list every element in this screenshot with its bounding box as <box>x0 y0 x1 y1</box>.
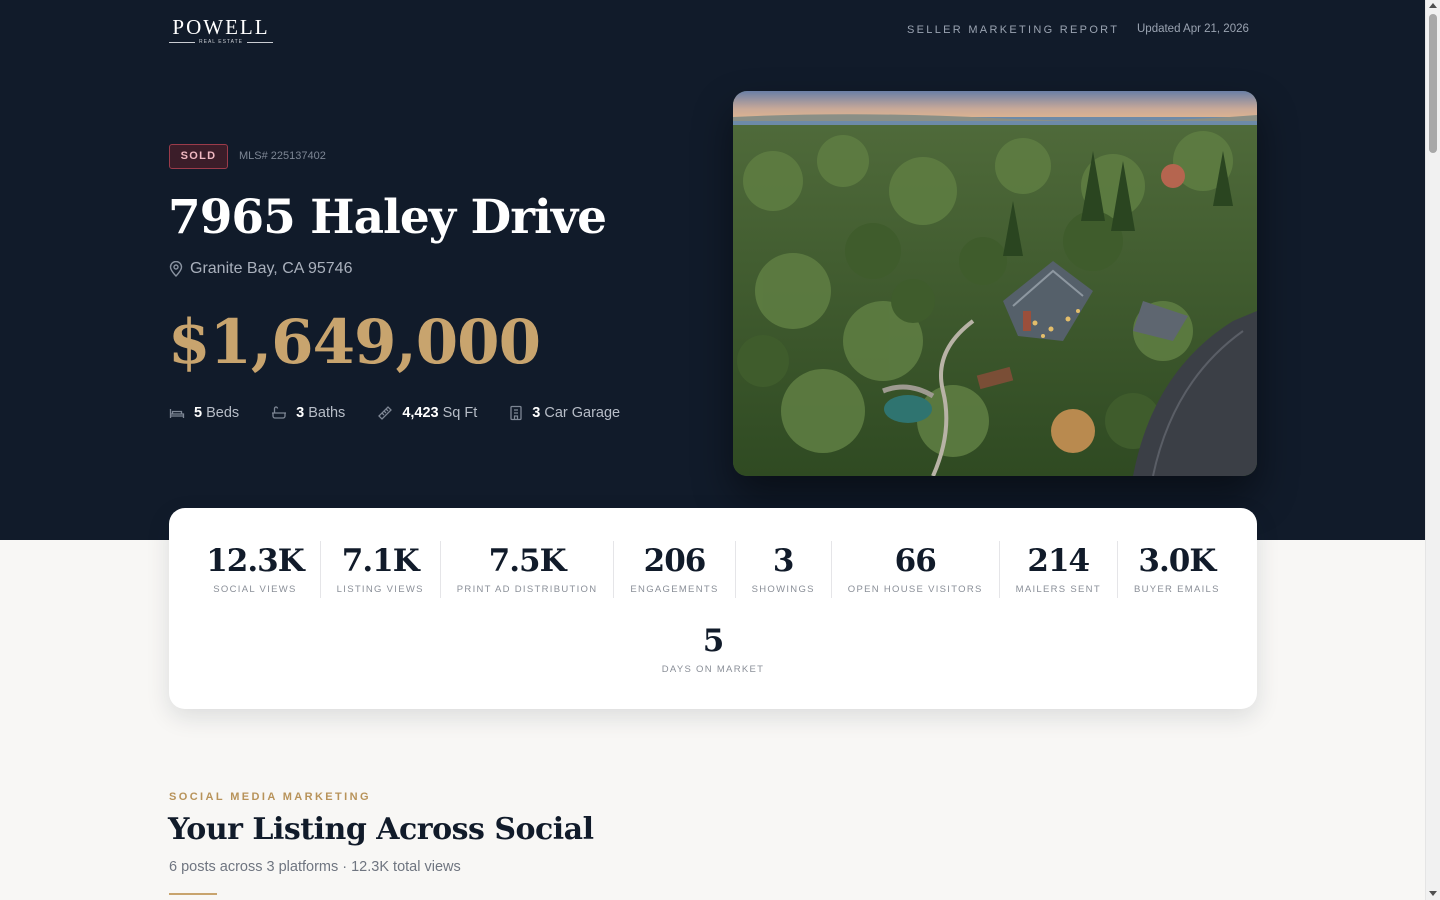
status-badge: SOLD <box>169 144 228 169</box>
sqft-value: 4,423 <box>402 405 439 421</box>
updated-date: Updated Apr 21, 2026 <box>1137 23 1249 35</box>
stat-label: Showings <box>751 584 815 595</box>
ruler-icon <box>378 406 393 420</box>
scroll-thumb[interactable] <box>1429 14 1437 153</box>
property-address: 7965 Haley Drive <box>168 190 607 245</box>
bath-icon <box>272 406 287 419</box>
beds-value: 5 <box>194 405 203 421</box>
logo-tagline: REAL ESTATE <box>169 39 273 45</box>
stat-label: Print Ad Distribution <box>456 584 598 595</box>
powell-logo[interactable]: POWELL REAL ESTATE <box>169 16 273 46</box>
stat-days-on-market: 5 Days on Market <box>169 621 1257 675</box>
section-eyebrow: SOCIAL MEDIA MARKETING <box>169 791 371 803</box>
bed-icon <box>169 409 185 418</box>
stat-value: 3.0K <box>1138 543 1216 579</box>
stat-label: Engagements <box>630 584 719 595</box>
stat-value: 7.5K <box>488 543 567 579</box>
stat-value: 66 <box>894 543 937 579</box>
stat-label: Open House Visitors <box>847 584 983 595</box>
beds-label: Beds <box>206 405 240 421</box>
stat-value: 206 <box>643 543 707 579</box>
stat-label: Days on Market <box>661 664 765 675</box>
stat-mailers-sent: 214 Mailers Sent <box>1000 541 1118 598</box>
city-text: Granite Bay, CA 95746 <box>190 260 353 277</box>
section-subtitle: 6 posts across 3 platforms · 12.3K total… <box>169 859 461 875</box>
garage-value: 3 <box>532 405 541 421</box>
stat-label: Mailers Sent <box>1015 584 1101 595</box>
stat-open-house-visitors: 66 Open House Visitors <box>832 541 1000 598</box>
sale-price: $1,649,000 <box>168 307 541 378</box>
stat-label: Social Views <box>213 584 297 595</box>
baths-value: 3 <box>296 405 305 421</box>
feature-beds: 5 Beds <box>169 405 239 421</box>
stat-value: 12.3K <box>206 543 304 579</box>
stats-card: 12.3K Social Views 7.1K Listing Views 7.… <box>169 508 1257 709</box>
map-pin-icon <box>169 261 183 277</box>
stat-buyer-emails: 3.0K Buyer Emails <box>1118 541 1236 598</box>
stat-listing-views: 7.1K Listing Views <box>321 541 441 598</box>
stat-value: 3 <box>772 543 795 579</box>
property-features: 5 Beds 3 Baths 4,423 Sq Ft 3 Car Garage <box>169 405 652 421</box>
aerial-photo-image <box>733 91 1257 476</box>
logo-wordmark: POWELL <box>172 15 270 39</box>
feature-sqft: 4,423 Sq Ft <box>377 405 477 421</box>
stat-showings: 3 Showings <box>736 541 832 598</box>
stat-value: 7.1K <box>341 543 420 579</box>
stat-label: Listing Views <box>336 584 424 595</box>
page-scrollbar[interactable] <box>1425 0 1440 900</box>
baths-label: Baths <box>308 405 346 421</box>
stat-label: Buyer Emails <box>1133 584 1220 595</box>
garage-icon <box>510 405 522 421</box>
stat-value: 5 <box>702 623 725 659</box>
property-photo[interactable] <box>733 91 1257 476</box>
mls-number: MLS# 225137402 <box>239 150 326 162</box>
scroll-up-arrow-icon[interactable] <box>1429 3 1437 8</box>
property-location: Granite Bay, CA 95746 <box>169 260 352 278</box>
stat-social-views: 12.3K Social Views <box>190 541 321 598</box>
stat-engagements: 206 Engagements <box>614 541 736 598</box>
stat-value: 214 <box>1027 543 1090 579</box>
report-title: SELLER MARKETING REPORT <box>907 24 1120 36</box>
scroll-down-arrow-icon[interactable] <box>1429 891 1437 896</box>
feature-baths: 3 Baths <box>271 405 345 421</box>
stat-print-ad-distribution: 7.5K Print Ad Distribution <box>441 541 615 598</box>
section-title: Your Listing Across Social <box>168 812 594 847</box>
stats-row: 12.3K Social Views 7.1K Listing Views 7.… <box>169 541 1257 598</box>
section-divider <box>169 893 217 895</box>
sqft-label: Sq Ft <box>442 405 478 421</box>
garage-label: Car Garage <box>544 405 621 421</box>
feature-garage: 3 Car Garage <box>509 405 620 421</box>
